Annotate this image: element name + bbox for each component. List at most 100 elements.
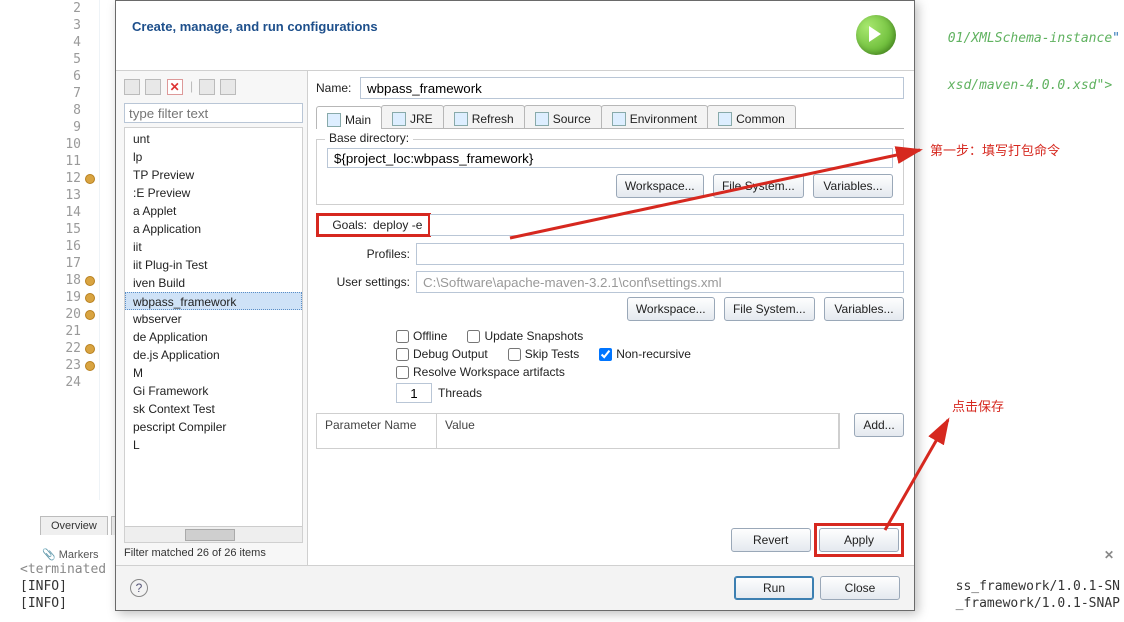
line-number: 23 bbox=[0, 357, 99, 374]
run-config-dialog: Create, manage, and run configurations ✕… bbox=[115, 0, 915, 611]
base-directory-group: Base directory: Workspace... File System… bbox=[316, 139, 904, 205]
config-tabs: Main JRE Refresh Source Environment Comm… bbox=[316, 105, 904, 129]
line-number: 13 bbox=[0, 187, 99, 204]
console-right: ss_framework/1.0.1-SN _framework/1.0.1-S… bbox=[956, 579, 1120, 613]
line-number: 22 bbox=[0, 340, 99, 357]
update-snapshots-checkbox[interactable]: Update Snapshots bbox=[467, 329, 583, 343]
line-number: 9 bbox=[0, 119, 99, 136]
main-tab-icon bbox=[327, 113, 341, 127]
common-tab-icon bbox=[718, 112, 732, 126]
duplicate-icon[interactable] bbox=[145, 79, 161, 95]
line-number: 20 bbox=[0, 306, 99, 323]
refresh-tab-icon bbox=[454, 112, 468, 126]
goals-field[interactable] bbox=[430, 214, 904, 236]
markers-view-label: 📎 Markers bbox=[42, 548, 99, 561]
base-dir-field[interactable] bbox=[327, 148, 893, 168]
name-field[interactable] bbox=[360, 77, 904, 99]
collapse-icon[interactable] bbox=[199, 79, 215, 95]
line-number: 24 bbox=[0, 374, 99, 391]
config-sidebar: ✕ | unt lp TP Preview :E Preview a Apple… bbox=[116, 71, 308, 565]
line-number: 4 bbox=[0, 34, 99, 51]
apply-button[interactable]: Apply bbox=[819, 528, 899, 552]
line-number: 5 bbox=[0, 51, 99, 68]
tab-main[interactable]: Main bbox=[316, 106, 382, 129]
tab-environment[interactable]: Environment bbox=[601, 105, 708, 128]
filesystem-button[interactable]: File System... bbox=[713, 174, 804, 198]
goals-value-display: deploy -e bbox=[373, 218, 422, 232]
dialog-title: Create, manage, and run configurations bbox=[132, 19, 898, 34]
revert-button[interactable]: Revert bbox=[731, 528, 811, 552]
jre-tab-icon bbox=[392, 112, 406, 126]
line-number: 14 bbox=[0, 204, 99, 221]
line-number: 8 bbox=[0, 102, 99, 119]
tree-item[interactable]: iit bbox=[125, 238, 302, 256]
run-button[interactable]: Run bbox=[734, 576, 814, 600]
tree-item[interactable]: sk Context Test bbox=[125, 400, 302, 418]
line-number: 11 bbox=[0, 153, 99, 170]
tree-item[interactable]: wbserver bbox=[125, 310, 302, 328]
tab-common[interactable]: Common bbox=[707, 105, 796, 128]
line-number: 19 bbox=[0, 289, 99, 306]
skip-tests-checkbox[interactable]: Skip Tests bbox=[508, 347, 579, 361]
filter-status: Filter matched 26 of 26 items bbox=[124, 547, 303, 559]
line-number: 6 bbox=[0, 68, 99, 85]
filter-input[interactable] bbox=[124, 103, 303, 123]
base-dir-label: Base directory: bbox=[325, 131, 413, 145]
debug-output-checkbox[interactable]: Debug Output bbox=[396, 347, 488, 361]
tree-item[interactable]: unt bbox=[125, 130, 302, 148]
tab-refresh[interactable]: Refresh bbox=[443, 105, 525, 128]
workspace-button-2[interactable]: Workspace... bbox=[627, 297, 715, 321]
help-icon[interactable]: ? bbox=[130, 579, 148, 597]
tree-item[interactable]: iit Plug-in Test bbox=[125, 256, 302, 274]
parameter-table[interactable]: Parameter Name Value bbox=[316, 413, 840, 449]
line-number: 16 bbox=[0, 238, 99, 255]
close-icon[interactable]: ✕ bbox=[1104, 548, 1114, 562]
delete-icon[interactable]: ✕ bbox=[167, 79, 183, 95]
profiles-field[interactable] bbox=[416, 243, 904, 265]
tree-item[interactable]: lp bbox=[125, 148, 302, 166]
sidebar-toolbar: ✕ | bbox=[124, 79, 303, 99]
new-config-icon[interactable] bbox=[124, 79, 140, 95]
tree-item[interactable]: L bbox=[125, 436, 302, 454]
filter-icon[interactable] bbox=[220, 79, 236, 95]
variables-button-2[interactable]: Variables... bbox=[824, 297, 904, 321]
user-settings-field[interactable] bbox=[416, 271, 904, 293]
goals-label: Goals: bbox=[325, 218, 373, 232]
tab-overview[interactable]: Overview bbox=[40, 516, 108, 535]
tree-item[interactable]: a Applet bbox=[125, 202, 302, 220]
tree-item[interactable]: TP Preview bbox=[125, 166, 302, 184]
tree-item[interactable]: de.js Application bbox=[125, 346, 302, 364]
tree-item[interactable]: M bbox=[125, 364, 302, 382]
dialog-footer: ? Run Close bbox=[116, 565, 914, 610]
name-label: Name: bbox=[316, 81, 360, 95]
tree-item[interactable]: a Application bbox=[125, 220, 302, 238]
config-tree[interactable]: unt lp TP Preview :E Preview a Applet a … bbox=[124, 127, 303, 543]
param-value-header: Value bbox=[437, 414, 839, 448]
tab-jre[interactable]: JRE bbox=[381, 105, 444, 128]
profiles-label: Profiles: bbox=[316, 247, 416, 261]
close-button[interactable]: Close bbox=[820, 576, 900, 600]
dialog-header: Create, manage, and run configurations bbox=[116, 1, 914, 71]
workspace-button[interactable]: Workspace... bbox=[616, 174, 704, 198]
threads-select[interactable] bbox=[396, 383, 432, 403]
filesystem-button-2[interactable]: File System... bbox=[724, 297, 815, 321]
horizontal-scrollbar[interactable] bbox=[125, 526, 302, 542]
line-number: 2 bbox=[0, 0, 99, 17]
variables-button[interactable]: Variables... bbox=[813, 174, 893, 198]
tab-source[interactable]: Source bbox=[524, 105, 602, 128]
tree-item[interactable]: Gi Framework bbox=[125, 382, 302, 400]
offline-checkbox[interactable]: Offline bbox=[396, 329, 447, 343]
tree-item-selected[interactable]: wbpass_framework bbox=[125, 292, 302, 310]
tree-item[interactable]: pescript Compiler bbox=[125, 418, 302, 436]
param-name-header: Parameter Name bbox=[317, 414, 437, 448]
tree-item[interactable]: iven Build bbox=[125, 274, 302, 292]
add-button[interactable]: Add... bbox=[854, 413, 904, 437]
tree-item[interactable]: :E Preview bbox=[125, 184, 302, 202]
non-recursive-checkbox[interactable]: Non-recursive bbox=[599, 347, 691, 361]
line-number: 12 bbox=[0, 170, 99, 187]
user-settings-label: User settings: bbox=[316, 275, 416, 289]
tree-item[interactable]: de Application bbox=[125, 328, 302, 346]
line-number: 3 bbox=[0, 17, 99, 34]
run-icon bbox=[856, 15, 896, 55]
resolve-workspace-checkbox[interactable]: Resolve Workspace artifacts bbox=[396, 365, 884, 379]
